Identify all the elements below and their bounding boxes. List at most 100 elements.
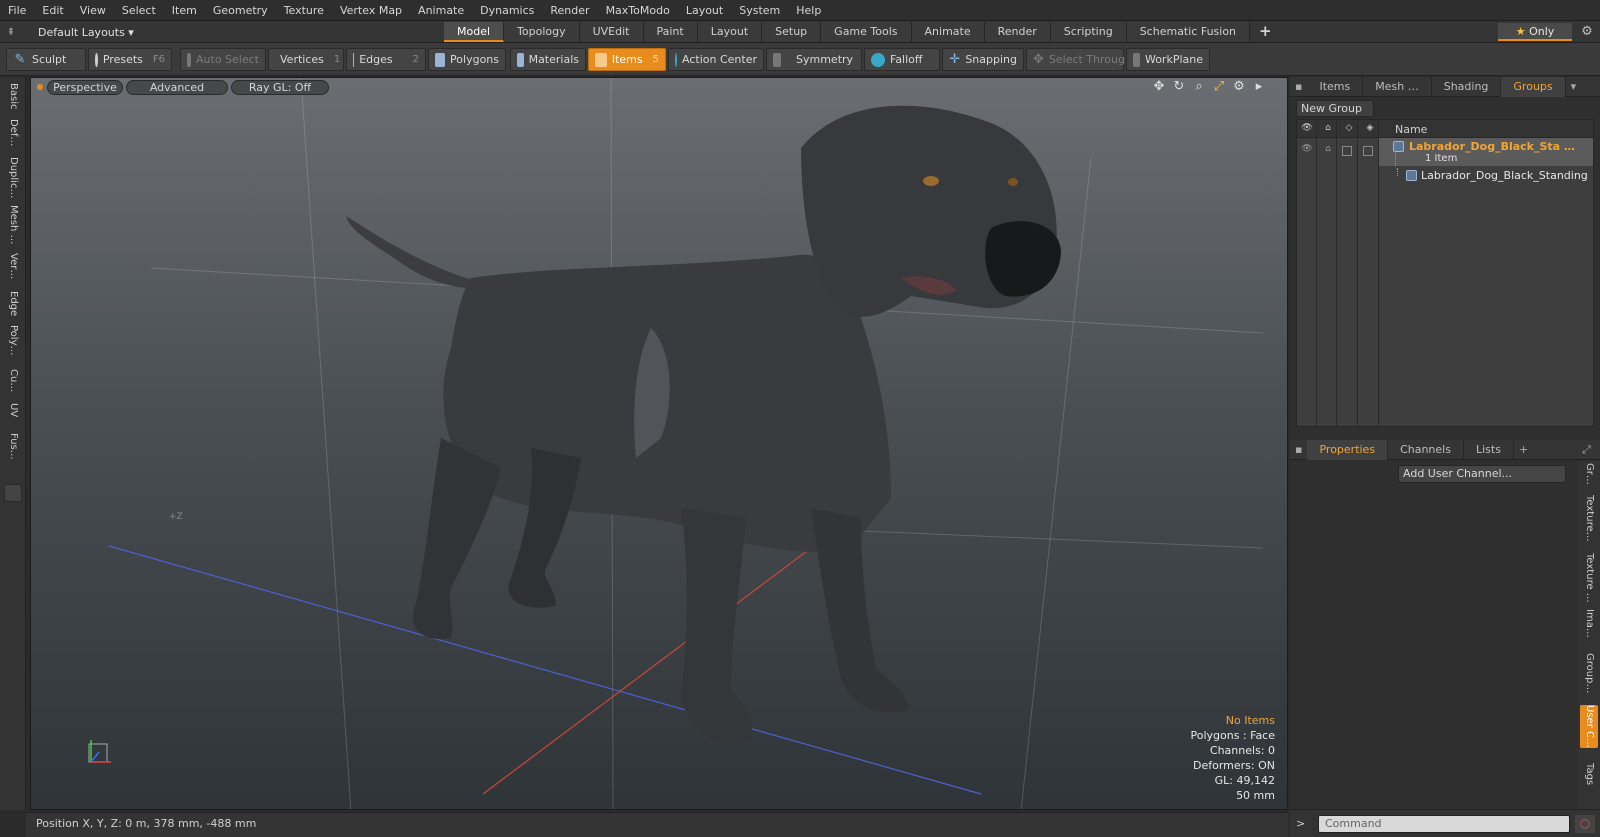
menu-view[interactable]: View [72, 0, 114, 21]
vtab-image[interactable]: Ima… [1580, 609, 1598, 638]
tab-groups[interactable]: Groups [1501, 76, 1566, 97]
move-view-icon[interactable]: ✥ [1149, 79, 1169, 94]
tab-shading[interactable]: Shading [1432, 76, 1502, 97]
command-input[interactable]: Command [1318, 815, 1570, 833]
add-user-channel-button[interactable]: Add User Channel... [1398, 465, 1566, 483]
add-tab-icon[interactable]: + [1250, 22, 1281, 42]
menu-help[interactable]: Help [788, 0, 829, 21]
group-render-checkbox[interactable] [1363, 146, 1373, 156]
record-icon[interactable]: ○ [1575, 815, 1595, 833]
sculpt-button[interactable]: ✎ Sculpt [6, 48, 86, 71]
menu-vertex-map[interactable]: Vertex Map [332, 0, 410, 21]
menu-maxtomodo[interactable]: MaxToModo [598, 0, 678, 21]
polygons-button[interactable]: Polygons [428, 48, 506, 71]
vtab-texture-2[interactable]: Texture … [1580, 553, 1598, 603]
workplane-button[interactable]: WorkPlane [1126, 48, 1210, 71]
tab-topology[interactable]: Topology [504, 22, 580, 42]
select-through-button[interactable]: ✥ Select Through [1026, 48, 1132, 71]
symmetry-button[interactable]: Symmetry [766, 48, 862, 71]
tab-paint[interactable]: Paint [643, 22, 698, 42]
menu-system[interactable]: System [731, 0, 788, 21]
left-tab-mesh[interactable]: Mesh … [4, 205, 22, 245]
panel-menu-icon[interactable]: ▪ [1290, 440, 1307, 460]
vtab-group[interactable]: Group… [1580, 653, 1598, 693]
menu-animate[interactable]: Animate [410, 0, 472, 21]
gear-icon[interactable]: ⚙ [1578, 24, 1596, 40]
left-tab-edge[interactable]: Edge [4, 291, 22, 316]
expand-up-icon[interactable]: ⇞ [0, 27, 22, 38]
left-tab-basic[interactable]: Basic [4, 83, 22, 109]
items-button[interactable]: Items 5 [588, 48, 666, 71]
group-count: 1 Item [1425, 153, 1458, 164]
add-tab-icon[interactable]: + [1514, 440, 1533, 460]
left-tab-duplicate[interactable]: Duplic… [4, 157, 22, 198]
maximize-icon[interactable]: ⤢ [1595, 77, 1600, 97]
panel-menu-icon[interactable]: ▪ [1290, 77, 1307, 97]
tab-model[interactable]: Model [444, 22, 505, 42]
tab-render[interactable]: Render [984, 22, 1051, 42]
left-tab-uv[interactable]: UV [4, 403, 22, 417]
presets-button[interactable]: Presets F6 [88, 48, 172, 71]
vtab-tags[interactable]: Tags [1580, 763, 1598, 785]
rotate-view-icon[interactable]: ↻ [1169, 79, 1189, 94]
tab-animate[interactable]: Animate [911, 22, 985, 42]
menu-edit[interactable]: Edit [34, 0, 71, 21]
vertices-button[interactable]: Vertices 1 [268, 48, 344, 71]
menu-layout[interactable]: Layout [678, 0, 731, 21]
materials-button[interactable]: Materials [510, 48, 586, 71]
raygl-button[interactable]: Ray GL: Off [231, 80, 329, 95]
action-center-button[interactable]: Action Center [668, 48, 764, 71]
group-select-checkbox[interactable] [1342, 146, 1352, 156]
view-mode-button[interactable]: Perspective [47, 80, 123, 95]
shading-mode-button[interactable]: Advanced [126, 80, 228, 95]
tab-setup[interactable]: Setup [762, 22, 822, 42]
menu-item[interactable]: Item [164, 0, 205, 21]
tab-game-tools[interactable]: Game Tools [821, 22, 912, 42]
left-tab-polygon[interactable]: Poly… [4, 325, 22, 356]
layout-dropdown[interactable]: Default Layouts ▾ [22, 26, 134, 39]
tab-lists[interactable]: Lists [1464, 439, 1514, 460]
menu-render[interactable]: Render [542, 0, 597, 21]
tab-channels[interactable]: Channels [1388, 439, 1464, 460]
only-button[interactable]: ★ Only [1498, 23, 1572, 41]
menu-geometry[interactable]: Geometry [205, 0, 276, 21]
3d-viewport[interactable]: +Z Perspective Advanced Ray GL: Off ✥ ↻ … [30, 77, 1288, 810]
tab-schematic-fusion[interactable]: Schematic Fusion [1126, 22, 1251, 42]
tab-uvedit[interactable]: UVEdit [579, 22, 644, 42]
vtab-user-channels[interactable]: User C… [1580, 705, 1598, 748]
left-tabs-toggle[interactable] [4, 484, 22, 502]
left-tab-fusion[interactable]: Fus… [4, 433, 22, 460]
left-tab-vertex[interactable]: Ver… [4, 253, 22, 279]
edges-button[interactable]: Edges 2 [346, 48, 426, 71]
zoom-view-icon[interactable]: ⌕ [1189, 79, 1209, 94]
fit-view-icon[interactable]: ⤢ [1209, 79, 1229, 94]
tab-scripting[interactable]: Scripting [1050, 22, 1127, 42]
left-tab-deform[interactable]: Def… [4, 119, 22, 146]
new-group-button[interactable]: New Group [1296, 100, 1374, 117]
menu-file[interactable]: File [0, 0, 34, 21]
tab-mesh[interactable]: Mesh … [1363, 76, 1432, 97]
viewport-menu-icon[interactable] [37, 84, 43, 90]
group-lock-icon[interactable]: ⌂ [1321, 144, 1335, 156]
gear-icon[interactable]: ⚙ [1596, 440, 1600, 460]
vtab-texture-1[interactable]: Texture… [1580, 495, 1598, 542]
menu-select[interactable]: Select [114, 0, 164, 21]
chevron-down-icon[interactable]: ▾ [1566, 77, 1582, 97]
menu-texture[interactable]: Texture [276, 0, 332, 21]
group-visibility-icon[interactable]: 👁 [1300, 144, 1314, 156]
status-bar: Position X, Y, Z: 0 m, 378 mm, -488 mm [26, 812, 1288, 837]
group-row[interactable]: Labrador_Dog_Black_Sta … 1 Item [1379, 138, 1593, 166]
group-item-row[interactable]: Labrador_Dog_Black_Standing [1379, 168, 1593, 184]
maximize-icon[interactable]: ⤢ [1577, 440, 1596, 460]
left-tab-curve[interactable]: Cu… [4, 369, 22, 392]
tab-properties[interactable]: Properties [1307, 439, 1389, 460]
auto-select-button[interactable]: Auto Select [180, 48, 266, 71]
tab-layout[interactable]: Layout [697, 22, 763, 42]
vtab-groups[interactable]: Gr… [1580, 463, 1598, 485]
snapping-button[interactable]: ✛ Snapping [942, 48, 1024, 71]
tab-items[interactable]: Items [1307, 76, 1364, 97]
falloff-button[interactable]: Falloff [864, 48, 940, 71]
viewport-gear-icon[interactable]: ⚙ [1229, 79, 1249, 94]
menu-dynamics[interactable]: Dynamics [472, 0, 542, 21]
viewport-arrow-icon[interactable]: ▸ [1249, 79, 1269, 94]
